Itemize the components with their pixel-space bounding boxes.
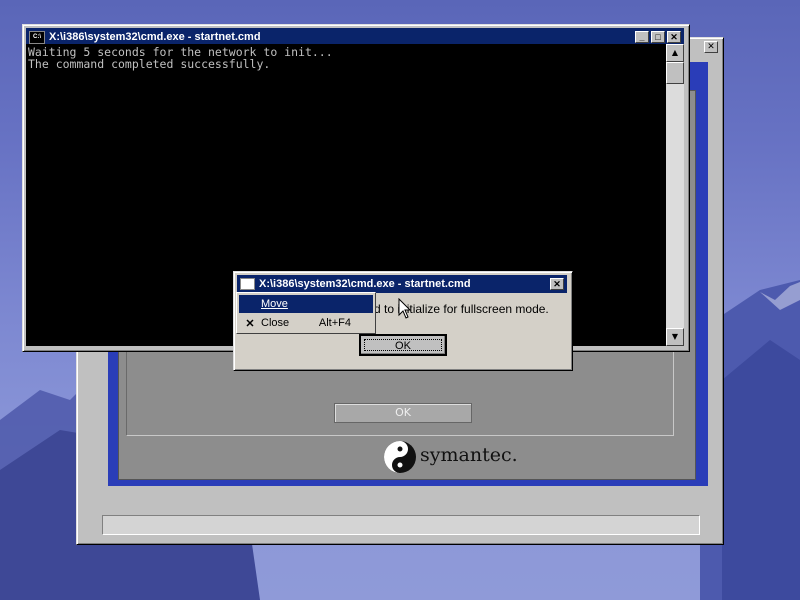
menu-accelerator: Alt+F4 [318, 317, 351, 329]
symantec-close-button[interactable]: ✕ [704, 41, 718, 53]
menu-item-label: Move [261, 298, 288, 310]
menu-item-move[interactable]: Move [239, 295, 373, 313]
mouse-pointer-icon [398, 298, 412, 319]
symantec-status-bar [102, 515, 700, 535]
vertical-scrollbar[interactable]: ▲ ▼ [666, 44, 684, 346]
menu-item-close[interactable]: ✕ Close Alt+F4 [239, 314, 373, 332]
dialog-close-button[interactable]: ✕ [550, 278, 564, 290]
cmd-app-icon[interactable]: C:\ [29, 30, 45, 44]
symantec-ok-button[interactable]: OK [334, 403, 472, 423]
dialog-titlebar[interactable]: X:\i386\system32\cmd.exe - startnet.cmd … [237, 275, 567, 293]
scroll-up-arrow-icon[interactable]: ▲ [666, 44, 684, 62]
scroll-thumb[interactable] [666, 62, 684, 84]
system-context-menu: Move ✕ Close Alt+F4 [236, 292, 376, 334]
symantec-logo-icon [384, 441, 416, 473]
focus-rectangle [364, 339, 442, 351]
console-line: The command completed successfully. [28, 57, 271, 71]
dialog-app-icon [240, 278, 255, 290]
maximize-button[interactable]: □ [651, 31, 665, 43]
minimize-button[interactable]: _ [635, 31, 649, 43]
scroll-down-arrow-icon[interactable]: ▼ [666, 328, 684, 346]
dialog-ok-button[interactable]: OK [359, 334, 447, 356]
menu-item-label: Close [261, 317, 290, 329]
dialog-title: X:\i386\system32\cmd.exe - startnet.cmd [259, 278, 471, 290]
close-icon: ✕ [245, 317, 255, 330]
close-button[interactable]: ✕ [667, 31, 681, 43]
symantec-logo-text: symantec. [420, 444, 518, 466]
cmd-window-title: X:\i386\system32\cmd.exe - startnet.cmd [49, 31, 261, 43]
